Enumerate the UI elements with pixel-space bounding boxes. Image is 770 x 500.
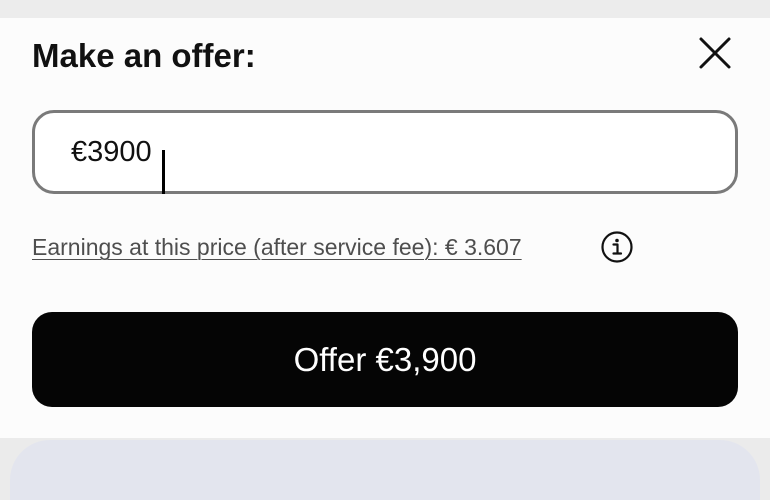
bottom-panel (10, 440, 760, 500)
info-icon (601, 231, 633, 263)
close-icon (699, 37, 731, 69)
top-edge (0, 0, 770, 18)
info-button[interactable] (600, 230, 634, 264)
submit-offer-button[interactable]: Offer €3,900 (32, 312, 738, 407)
close-button[interactable] (692, 30, 738, 76)
offer-amount-input[interactable]: €3900 (32, 110, 738, 194)
dialog-title: Make an offer: (32, 37, 256, 74)
text-caret (162, 150, 165, 194)
earnings-link[interactable]: Earnings at this price (after service fe… (32, 230, 522, 264)
offer-amount-value: €3900 (71, 136, 152, 168)
